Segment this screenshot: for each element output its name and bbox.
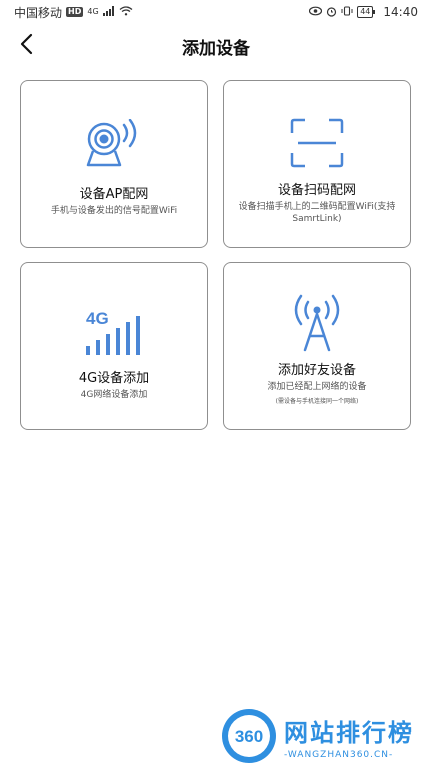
wifi-icon bbox=[119, 6, 133, 18]
clock-time: 14:40 bbox=[383, 5, 418, 19]
4g-device-card[interactable]: 4G 4G设备添加 4G网络设备添加 bbox=[20, 262, 208, 430]
card-description: 手机与设备发出的信号配置WiFi bbox=[50, 206, 178, 216]
header: 添加设备 bbox=[0, 24, 432, 68]
back-button[interactable] bbox=[10, 30, 42, 62]
antenna-tower-icon bbox=[285, 294, 349, 352]
watermark-title: 网站排行榜 bbox=[284, 718, 414, 747]
scan-code-card[interactable]: 设备扫码配网 设备扫描手机上的二维码配置WiFi(支持SamrtLink) bbox=[223, 80, 411, 248]
status-left: 中国移动 HD 4G bbox=[14, 4, 133, 21]
hd-badge: HD bbox=[66, 7, 84, 17]
watermark-text: 网站排行榜 -WANGZHAN360.CN- bbox=[284, 713, 414, 760]
signal-icon bbox=[102, 6, 115, 18]
page-title: 添加设备 bbox=[182, 38, 250, 59]
chevron-left-icon bbox=[19, 33, 33, 59]
card-title: 4G设备添加 bbox=[78, 371, 150, 386]
watermark-badge: 360 bbox=[235, 727, 263, 746]
watermark-subtitle: -WANGZHAN360.CN- bbox=[284, 749, 394, 760]
alarm-icon bbox=[326, 6, 337, 19]
webcam-wifi-icon bbox=[82, 119, 146, 175]
ap-network-card[interactable]: 设备AP配网 手机与设备发出的信号配置WiFi bbox=[20, 80, 208, 248]
card-title: 添加好友设备 bbox=[277, 363, 356, 378]
network-type-label: 4G bbox=[87, 7, 99, 16]
scan-frame-icon bbox=[289, 115, 345, 171]
carrier-label: 中国移动 bbox=[14, 5, 63, 20]
card-description: 设备扫描手机上的二维码配置WiFi(支持SamrtLink) bbox=[238, 202, 396, 224]
watermark: 360 网站排行榜 -WANGZHAN360.CN- bbox=[220, 705, 432, 767]
status-right: 44 14:40 bbox=[309, 5, 418, 19]
card-note: (需设备与手机连接同一个网络) bbox=[275, 398, 359, 405]
svg-text:4G: 4G bbox=[86, 309, 109, 328]
card-title: 设备扫码配网 bbox=[277, 183, 356, 198]
card-title: 设备AP配网 bbox=[79, 187, 149, 202]
card-description: 4G网络设备添加 bbox=[80, 390, 148, 400]
vibrate-icon bbox=[341, 6, 353, 18]
watermark-logo-icon: 360 bbox=[220, 707, 278, 765]
friend-device-card[interactable]: 添加好友设备 添加已经配上网络的设备 (需设备与手机连接同一个网络) bbox=[223, 262, 411, 430]
status-bar: 中国移动 HD 4G 44 14:40 bbox=[0, 0, 432, 24]
card-description: 添加已经配上网络的设备 bbox=[267, 382, 367, 392]
eye-icon bbox=[309, 6, 323, 18]
4g-signal-icon: 4G bbox=[82, 303, 146, 359]
battery-level: 44 bbox=[357, 6, 376, 18]
